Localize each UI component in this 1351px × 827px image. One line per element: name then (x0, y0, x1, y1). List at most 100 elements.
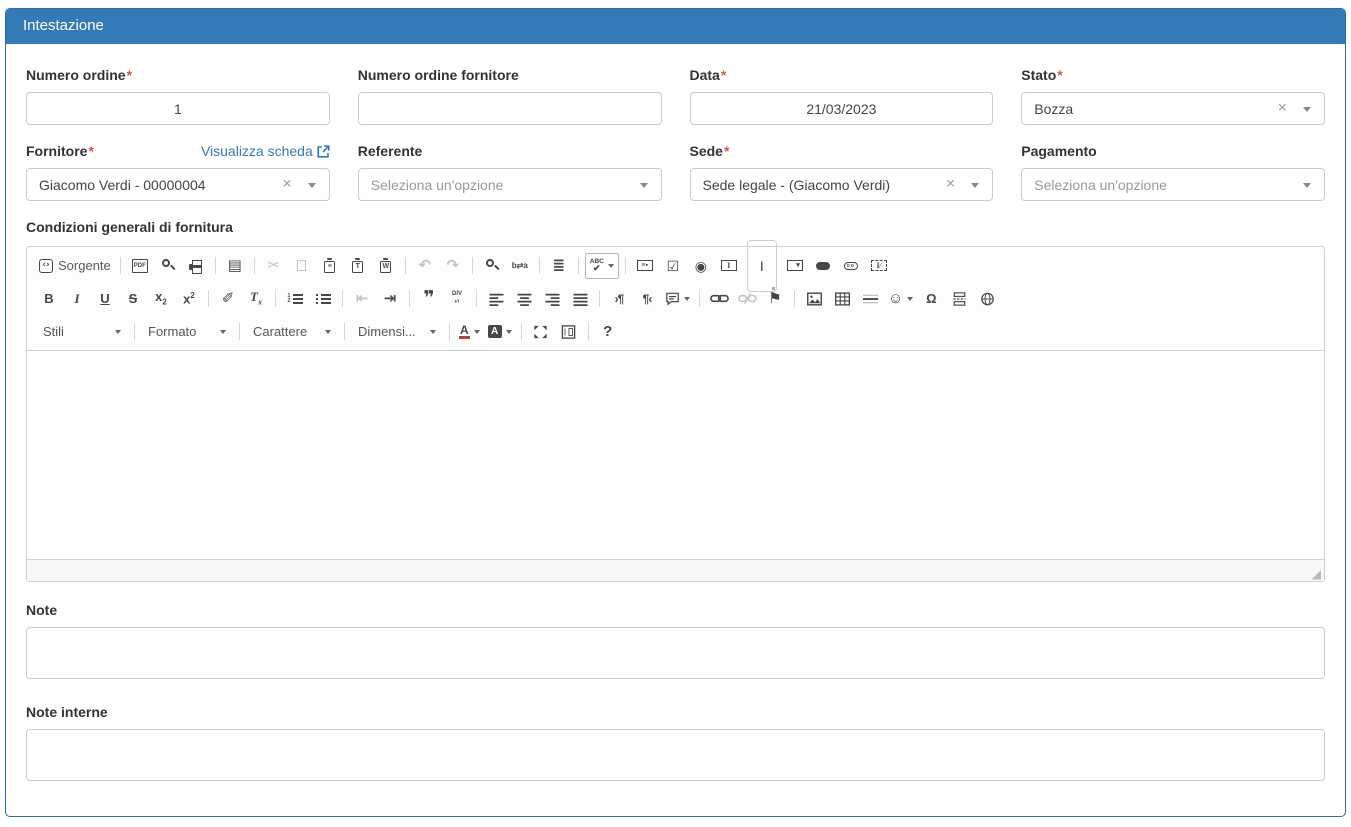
bidi-ltr-button[interactable]: ›¶ (606, 286, 632, 312)
bidi-rtl-button[interactable]: ¶‹ (634, 286, 660, 312)
preview-button[interactable] (155, 253, 181, 279)
note-interne-textarea[interactable] (26, 729, 1325, 781)
numbered-list-button[interactable] (282, 286, 308, 312)
link-button[interactable] (706, 286, 732, 312)
form-row-2: Fornitore* Visualizza scheda Giacomo Ver… (26, 143, 1325, 201)
selection-field-button[interactable]: ▾ (782, 253, 808, 279)
toolbar-separator (409, 290, 410, 307)
note-label: Note (26, 602, 1325, 619)
referente-select[interactable]: Seleziona un'opzione (358, 168, 662, 201)
preview-icon (162, 262, 174, 270)
language-icon (665, 292, 680, 306)
italic-icon: I (74, 292, 79, 305)
paste-button[interactable]: ≡ (317, 253, 343, 279)
maximize-button[interactable] (528, 319, 554, 345)
about-button[interactable]: ? (595, 319, 621, 345)
form-button-button[interactable] (810, 253, 836, 279)
stato-select[interactable]: Bozza × (1021, 92, 1325, 125)
templates-button[interactable]: ▤ (222, 253, 248, 279)
paste-from-word-button[interactable]: W (373, 253, 399, 279)
print-button[interactable] (183, 253, 209, 279)
clear-icon[interactable]: × (946, 176, 955, 192)
show-blocks-button[interactable] (556, 319, 582, 345)
create-div-button[interactable]: DIV‹∕› (444, 286, 470, 312)
numero-ordine-fornitore-input[interactable] (358, 92, 662, 125)
bold-icon: B (44, 292, 53, 305)
superscript-button[interactable]: x2 (176, 286, 202, 312)
data-input[interactable] (690, 92, 994, 125)
text-field-button[interactable]: I (716, 253, 742, 279)
bold-button[interactable]: B (36, 286, 62, 312)
indent-button[interactable]: ⇥ (377, 286, 403, 312)
copy-icon (297, 260, 306, 271)
align-left-icon (489, 292, 504, 306)
numero-ordine-fornitore-label: Numero ordine fornitore (358, 67, 662, 84)
horizontal-rule-button[interactable] (857, 286, 883, 312)
show-blocks-icon (561, 325, 576, 339)
stato-label: Stato* (1021, 67, 1325, 84)
indent-icon: ⇥ (384, 291, 397, 306)
label-text: Sede (690, 143, 723, 159)
form-icon: ≡▪ (637, 260, 653, 271)
replace-button[interactable]: b⇄a (507, 253, 533, 279)
dropdown-caret-icon (640, 183, 648, 188)
clear-icon[interactable]: × (282, 176, 291, 192)
textarea-field-button[interactable]: I (744, 253, 780, 279)
radio-button-button[interactable]: ◉ (688, 253, 714, 279)
align-right-button[interactable] (539, 286, 565, 312)
smiley-button[interactable]: ☺ (885, 286, 916, 312)
pagamento-select[interactable]: Seleziona un'opzione (1021, 168, 1325, 201)
page-break-button[interactable] (946, 286, 972, 312)
image-button[interactable] (801, 286, 827, 312)
underline-button[interactable]: U (92, 286, 118, 312)
hidden-field-button[interactable]: I∕ (866, 253, 892, 279)
table-button[interactable] (829, 286, 855, 312)
image-button-button[interactable]: oo (838, 253, 864, 279)
remove-format-button[interactable]: Tx (243, 286, 269, 312)
select-field-icon: ▾ (787, 260, 803, 271)
toolbar-row: ‹›SorgentePDF▤✂≡TW↶↷b⇄a≣ABC✔≡▪☑◉II▾ooI∕ (29, 249, 1322, 282)
field-data: Data* (690, 67, 994, 125)
format-combo[interactable]: Formato (141, 319, 233, 345)
note-textarea[interactable] (26, 627, 1325, 679)
align-center-button[interactable] (511, 286, 537, 312)
spell-checker-button[interactable]: ABC✔ (585, 253, 619, 279)
strikethrough-button[interactable]: S (120, 286, 146, 312)
subscript-button[interactable]: x2 (148, 286, 174, 312)
align-left-button[interactable] (483, 286, 509, 312)
undo-icon: ↶ (418, 258, 431, 273)
visualizza-scheda-link[interactable]: Visualizza scheda (201, 143, 330, 159)
toolbar-separator (794, 290, 795, 307)
sede-select[interactable]: Sede legale - (Giacomo Verdi) × (690, 168, 994, 201)
styles-combo[interactable]: Stili (36, 319, 128, 345)
resize-handle-icon[interactable]: ◢ (1312, 568, 1321, 580)
fornitore-label: Fornitore* Visualizza scheda (26, 143, 330, 160)
field-fornitore: Fornitore* Visualizza scheda Giacomo Ver… (26, 143, 330, 201)
text-color-button[interactable]: A (456, 319, 483, 345)
background-color-button[interactable]: A (485, 319, 515, 345)
clear-icon[interactable]: × (1278, 100, 1287, 116)
special-char-button[interactable]: Ω (918, 286, 944, 312)
checkbox-button[interactable]: ☑ (660, 253, 686, 279)
export-pdf-button[interactable]: PDF (127, 253, 153, 279)
bulleted-list-button[interactable] (310, 286, 336, 312)
form-button[interactable]: ≡▪ (632, 253, 658, 279)
editor-content[interactable] (27, 350, 1324, 560)
numero-ordine-input[interactable] (26, 92, 330, 125)
source-button[interactable]: ‹›Sorgente (36, 253, 114, 279)
font-size-combo[interactable]: Dimensi... (351, 319, 443, 345)
select-all-button[interactable]: ≣ (546, 253, 572, 279)
toolbar-separator (239, 323, 240, 340)
find-button[interactable] (479, 253, 505, 279)
language-button[interactable] (662, 286, 693, 312)
iframe-button[interactable] (974, 286, 1000, 312)
font-combo[interactable]: Carattere (246, 319, 338, 345)
remove-format-icon: Tx (250, 290, 262, 307)
font-size-label: Dimensi... (358, 324, 416, 339)
align-justify-button[interactable] (567, 286, 593, 312)
paste-text-button[interactable]: T (345, 253, 371, 279)
fornitore-select[interactable]: Giacomo Verdi - 00000004 × (26, 168, 330, 201)
copy-formatting-button[interactable]: ✐ (215, 286, 241, 312)
blockquote-button[interactable]: ❞ (416, 286, 442, 312)
italic-button[interactable]: I (64, 286, 90, 312)
